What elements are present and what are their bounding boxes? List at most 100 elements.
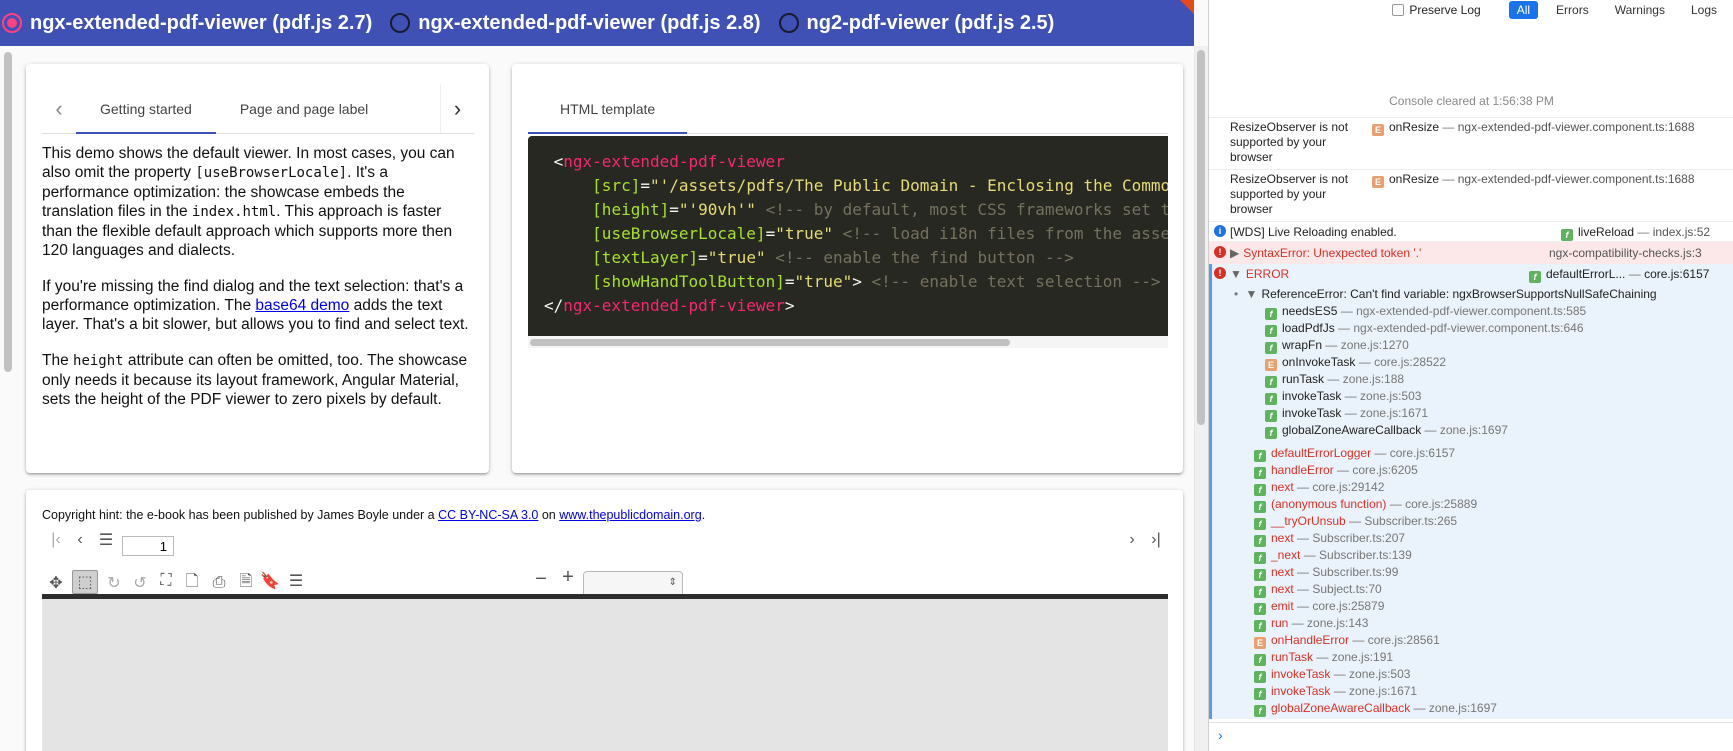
frame-source[interactable]: zone.js:188 [1343,372,1404,386]
stack-frame[interactable]: f run — zone.js:143 [1254,616,1368,632]
frame-source[interactable]: zone.js:191 [1332,650,1393,664]
frame-source[interactable]: zone.js:503 [1349,667,1410,681]
frame-source[interactable]: Subject.ts:70 [1312,582,1381,596]
stack-frame[interactable]: f runTask — zone.js:191 [1254,650,1393,666]
tabs-scroll-left-icon[interactable]: ‹ [42,84,76,133]
zoom-out-icon[interactable]: − [531,568,551,590]
entry-source[interactable]: f liveReload — index.js:52 [1561,225,1710,241]
filter-all[interactable]: All [1508,0,1539,19]
stack-frame[interactable]: f invokeTask — zone.js:503 [1265,389,1421,405]
frame-source[interactable]: core.js:6205 [1352,463,1417,477]
rotate-cw-icon[interactable]: ↻ [104,572,124,594]
entry-source[interactable]: EonResize — ngx-extended-pdf-viewer.comp… [1372,120,1695,136]
stack-frame[interactable]: f __tryOrUnsub — Subscriber.ts:265 [1254,514,1457,530]
stack-frame[interactable]: f next — core.js:29142 [1254,480,1384,496]
frame-source[interactable]: zone.js:503 [1360,389,1421,403]
stack-frame[interactable]: f runTask — zone.js:188 [1265,372,1404,388]
collapse-arrow-icon[interactable]: ▼ [1230,267,1242,281]
console-entry-warning[interactable]: ResizeObserver is not supported by your … [1209,117,1733,169]
stack-frame[interactable]: f next — Subject.ts:70 [1254,582,1382,598]
stack-frame[interactable]: f needsES5 — ngx-extended-pdf-viewer.comp… [1265,304,1586,320]
frame-source[interactable]: zone.js:1270 [1341,338,1409,352]
stack-frame[interactable]: f wrapFn — zone.js:1270 [1265,338,1409,354]
stack-frame[interactable]: f globalZoneAwareCallback — zone.js:1697 [1254,701,1497,717]
filter-errors[interactable]: Errors [1548,1,1597,19]
license-link[interactable]: CC BY-NC-SA 3.0 [438,508,538,522]
stack-frame[interactable]: f invokeTask — zone.js:503 [1254,667,1410,683]
stack-frame[interactable]: f emit — core.js:25879 [1254,599,1384,615]
presentation-mode-icon[interactable]: ⛶ [156,570,176,592]
console-entry-info[interactable]: i [WDS] Live Reloading enabled. f liveRel… [1209,221,1733,241]
frame-source[interactable]: ngx-extended-pdf-viewer.component.ts:646 [1353,321,1583,335]
frame-source[interactable]: Subscriber.ts:207 [1312,531,1405,545]
next-page-icon[interactable]: › [1124,530,1140,550]
expand-arrow-icon[interactable]: ▶ [1230,246,1239,260]
stack-frame[interactable]: f (anonymous function) — core.js:25889 [1254,497,1477,513]
frame-source[interactable]: zone.js:1671 [1349,684,1417,698]
secondary-menu-icon[interactable]: ☰ [284,570,308,592]
frame-source[interactable]: core.js:28561 [1368,633,1440,647]
rotate-ccw-icon[interactable]: ↺ [130,572,150,594]
tab-html-template[interactable]: HTML template [528,84,688,134]
tabs-scroll-right-icon[interactable]: › [440,84,474,133]
code-horizontal-scrollbar[interactable] [528,336,1168,348]
collapse-arrow-icon[interactable]: ▼ [1246,287,1258,301]
stack-frame[interactable]: f invokeTask — zone.js:1671 [1265,406,1428,422]
tab-page-label[interactable]: Page and page label [216,84,392,133]
tab-getting-started[interactable]: Getting started [76,84,216,134]
console-entry-error[interactable]: ! ▶ SyntaxError: Unexpected token '.' ngx… [1209,241,1733,264]
console-prompt-input[interactable]: › [1209,722,1733,751]
frame-source[interactable]: Subscriber.ts:139 [1319,548,1412,562]
frame-source[interactable]: core.js:25879 [1312,599,1384,613]
frame-source[interactable]: zone.js:1697 [1440,423,1508,437]
entry-source[interactable]: ngx-compatibility-checks.js:3 [1549,246,1702,260]
print-icon[interactable]: ⎙ [208,572,230,594]
stack-frame[interactable]: f handleError — core.js:6205 [1254,463,1418,479]
stack-frame[interactable]: f next — Subscriber.ts:207 [1254,531,1405,547]
open-file-icon[interactable]: 🗋 [182,572,202,594]
radio-option-pdfjs-28[interactable]: ngx-extended-pdf-viewer (pdf.js 2.8) [390,12,761,35]
stack-frame[interactable]: f _next — Subscriber.ts:139 [1254,548,1412,564]
radio-option-pdfjs-27[interactable]: ngx-extended-pdf-viewer (pdf.js 2.7) [2,12,372,35]
stack-frame[interactable]: f next — Subscriber.ts:99 [1254,565,1398,581]
filter-warnings[interactable]: Warnings [1607,1,1673,19]
stack-frame[interactable]: EonHandleError — core.js:28561 [1254,633,1440,649]
console-entry-error-expanded[interactable]: ! ▼ ERROR f defaultErrorL... — core.js:615… [1209,264,1733,719]
pdf-viewer-area[interactable] [42,599,1168,751]
reference-error-line[interactable]: • ▼ ReferenceError: Can't find variable: … [1234,287,1657,301]
frame-source[interactable]: Subscriber.ts:99 [1312,565,1398,579]
stack-frame[interactable]: f loadPdfJs — ngx-extended-pdf-viewer.com… [1265,321,1584,337]
frame-source[interactable]: zone.js:1671 [1360,406,1428,420]
radio-option-ng2-pdf-viewer[interactable]: ng2-pdf-viewer (pdf.js 2.5) [778,12,1054,35]
last-page-icon[interactable]: ›| [1146,530,1166,550]
zoom-in-icon[interactable]: + [558,566,578,588]
download-icon[interactable]: 🗎 [236,572,256,594]
code-scrollbar-thumb[interactable] [530,339,1010,346]
frame-source[interactable]: zone.js:143 [1307,616,1368,630]
previous-page-icon[interactable]: ‹ [72,530,88,550]
console-entry-warning[interactable]: ResizeObserver is not supported by your … [1209,169,1733,221]
frame-source[interactable]: core.js:29142 [1312,480,1384,494]
first-page-icon[interactable]: |‹ [48,530,64,550]
frame-source[interactable]: Subscriber.ts:265 [1364,514,1457,528]
checkbox-icon[interactable] [1392,3,1405,16]
frame-source[interactable]: ngx-extended-pdf-viewer.component.ts:585 [1356,304,1586,318]
bookmark-icon[interactable]: 🔖 [260,570,280,592]
stack-frame[interactable]: EonInvokeTask — core.js:28522 [1265,355,1446,371]
frame-source[interactable]: core.js:25889 [1405,497,1477,511]
frame-source[interactable]: zone.js:1697 [1429,701,1497,715]
stack-frame[interactable]: f invokeTask — zone.js:1671 [1254,684,1417,700]
sidebar-toggle-icon[interactable]: ☰ [96,530,116,550]
page-number-input[interactable] [122,536,174,556]
left-scrollbar-thumb[interactable] [4,52,12,372]
page-scrollbar-thumb[interactable] [1197,50,1205,425]
frame-source[interactable]: core.js:6157 [1390,446,1455,460]
stack-frame[interactable]: f globalZoneAwareCallback — zone.js:1697 [1265,423,1508,439]
base64-demo-link[interactable]: base64 demo [255,297,349,314]
entry-source[interactable]: EonResize — ngx-extended-pdf-viewer.comp… [1372,172,1695,188]
publicdomain-link[interactable]: www.thepublicdomain.org [559,508,701,522]
text-select-tool-icon[interactable]: ⬚ [72,570,98,594]
frame-source[interactable]: core.js:28522 [1374,355,1446,369]
entry-source[interactable]: f defaultErrorL... — core.js:6157 [1529,267,1709,283]
hand-tool-icon[interactable]: ✥ [46,572,66,594]
